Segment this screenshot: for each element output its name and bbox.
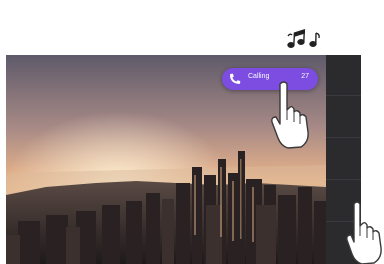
panel-divider — [326, 95, 361, 96]
swipe-hand-icon — [346, 201, 382, 264]
panel-divider — [326, 137, 361, 138]
phone-icon — [230, 73, 241, 84]
tap-hand-icon — [271, 81, 309, 149]
panel-divider — [326, 179, 361, 180]
music-notes-icon — [287, 29, 320, 49]
call-label: Calling — [248, 73, 270, 80]
call-count: 27 — [301, 73, 309, 80]
